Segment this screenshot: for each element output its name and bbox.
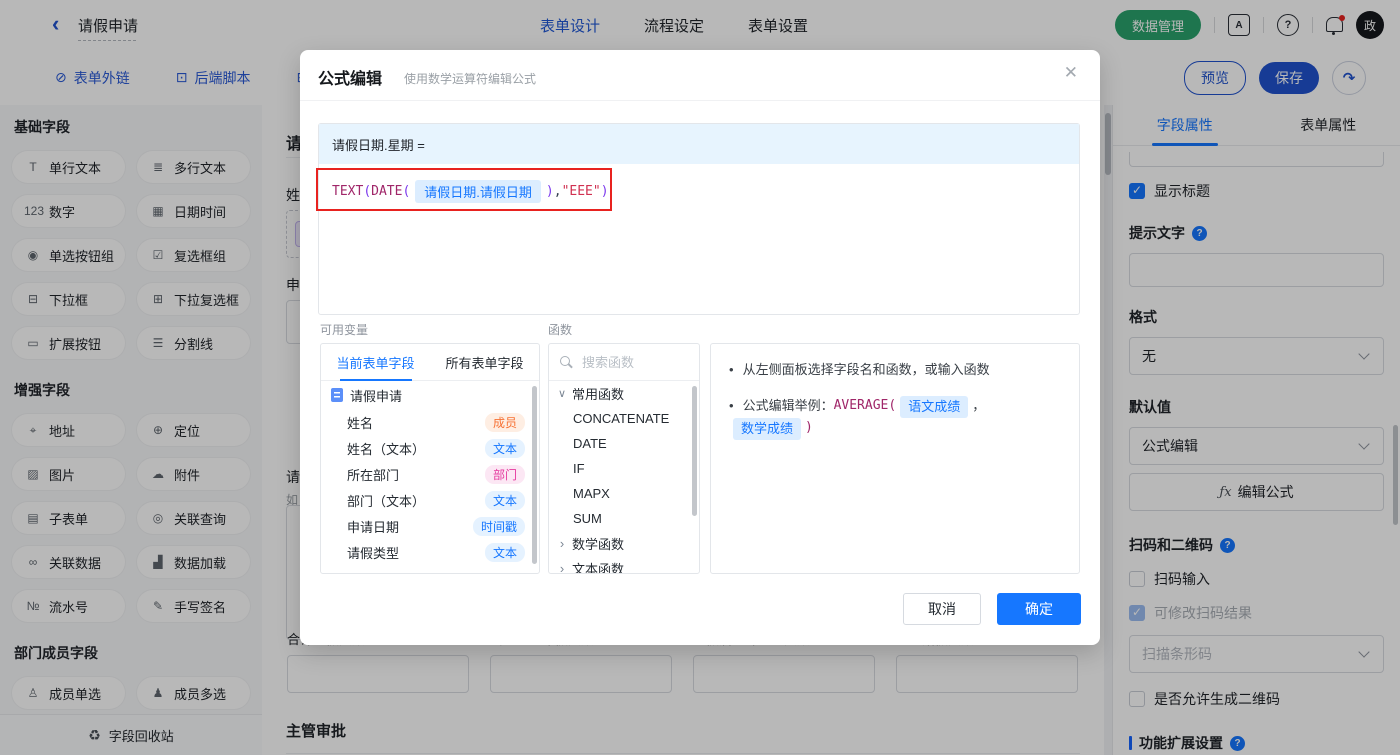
variables-tree-root[interactable]: 请假申请	[321, 381, 539, 409]
formula-token: )	[600, 184, 609, 199]
functions-label: 函数	[548, 323, 573, 337]
variables-label: 可用变量	[320, 323, 369, 337]
variable-row[interactable]: 姓名 成员	[321, 409, 539, 435]
variable-row[interactable]: 所在部门 部门	[321, 461, 539, 487]
formula-token: ,	[553, 184, 562, 199]
field-type-badge: 文本	[484, 438, 525, 458]
function-item[interactable]: MAPX	[549, 481, 699, 506]
form-doc-icon	[331, 388, 343, 402]
function-group-math[interactable]: 数学函数	[549, 531, 699, 556]
variables-tabs: 当前表单字段 所有表单字段	[321, 344, 539, 381]
variables-panel: 当前表单字段 所有表单字段 请假申请 姓名 成员 姓名（文本） 文本 所在部门 …	[320, 343, 540, 574]
scrollbar-thumb[interactable]	[692, 386, 697, 516]
functions-panel: 常用函数 CONCATENATEDATEIFMAPXSUM 数学函数 文本函数	[548, 343, 700, 574]
field-type-badge: 成员	[484, 412, 525, 432]
modal-subtitle: 使用数学运算符编辑公式	[404, 72, 537, 86]
function-item[interactable]: IF	[549, 456, 699, 481]
formula-token: DATE	[371, 184, 403, 199]
function-item[interactable]: CONCATENATE	[549, 406, 699, 431]
tips-panel: 从左侧面板选择字段名和函数，或输入函数 公式编辑举例：AVERAGE(语文成绩，…	[710, 343, 1080, 574]
formula-token: )	[545, 184, 554, 199]
field-type-badge: 部门	[484, 464, 525, 484]
formula-editor: 请假日期.星期 = TEXT(DATE(请假日期.请假日期), "EEE")	[318, 123, 1080, 315]
formula-edit-modal: 公式编辑 使用数学运算符编辑公式 请假日期.星期 = TEXT(DATE(请假日…	[300, 50, 1100, 645]
formula-token: "EEE"	[561, 184, 601, 199]
tip-formula-example: 公式编辑举例：AVERAGE(语文成绩， 数学成绩)	[729, 396, 1061, 440]
tab-current-form-fields[interactable]: 当前表单字段	[321, 344, 430, 381]
function-item[interactable]: DATE	[549, 431, 699, 456]
variable-row[interactable]: 申请日期 时间戳	[321, 513, 539, 539]
example-token: AVERAGE(	[833, 398, 897, 413]
chevron-right-icon	[557, 536, 567, 551]
example-token: )	[805, 420, 813, 435]
cancel-button[interactable]: 取消	[903, 593, 981, 625]
scrollbar-thumb[interactable]	[532, 386, 537, 564]
variables-list: 姓名 成员 姓名（文本） 文本 所在部门 部门 部门（文本） 文本 申请日期 时…	[321, 409, 539, 565]
modal-title: 公式编辑	[318, 71, 383, 88]
app-window: 请假申请 表单设计 流程设定 表单设置 数据管理 政 ⊘ 表单外链	[0, 0, 1400, 755]
formula-target-expression: 请假日期.星期 =	[319, 124, 1079, 164]
variable-row[interactable]: 请假类型 文本	[321, 539, 539, 565]
chevron-down-icon	[557, 387, 567, 400]
example-token: 数学成绩	[733, 418, 802, 440]
tab-all-form-fields[interactable]: 所有表单字段	[430, 344, 539, 380]
formula-token: (	[402, 184, 411, 199]
variable-row[interactable]: 部门（文本） 文本	[321, 487, 539, 513]
function-search-input[interactable]	[580, 353, 684, 371]
function-search	[549, 344, 699, 381]
formula-token: TEXT	[332, 184, 364, 199]
function-group-common[interactable]: 常用函数	[549, 381, 699, 406]
tip-select-fields: 从左侧面板选择字段名和函数，或输入函数	[729, 360, 1061, 380]
formula-input-area[interactable]: TEXT(DATE(请假日期.请假日期), "EEE")	[319, 164, 1079, 219]
divider	[300, 100, 1100, 101]
field-type-badge: 时间戳	[472, 516, 525, 536]
function-item[interactable]: SUM	[549, 506, 699, 531]
example-token: ，	[972, 398, 986, 413]
function-list: CONCATENATE DATE IF MAPX SUM	[549, 406, 699, 531]
variable-row[interactable]: 姓名（文本） 文本	[321, 435, 539, 461]
formula-token: 请假日期.请假日期	[415, 180, 541, 203]
chevron-right-icon	[557, 561, 567, 573]
example-token: 语文成绩	[900, 396, 969, 418]
function-group-text[interactable]: 文本函数	[549, 556, 699, 573]
formula-token: (	[363, 184, 372, 199]
confirm-button[interactable]: 确定	[997, 593, 1081, 625]
example-token: 公式编辑举例：	[742, 398, 834, 413]
field-type-badge: 文本	[484, 542, 525, 562]
close-icon[interactable]	[1064, 63, 1078, 83]
search-icon	[559, 355, 573, 369]
field-type-badge: 文本	[484, 490, 525, 510]
